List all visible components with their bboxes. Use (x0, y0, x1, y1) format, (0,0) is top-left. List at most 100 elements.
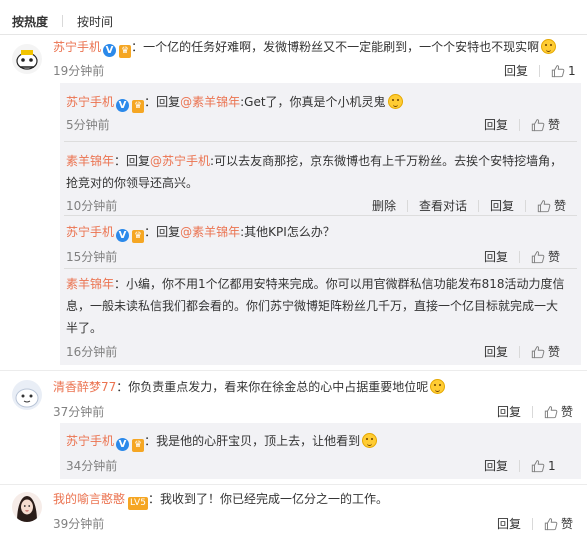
like-label: 赞 (554, 199, 567, 213)
sort-by-hot-tab[interactable]: 按热度 (12, 13, 48, 30)
comment-body: 苏宁手机 V ♛ ：一个亿的任务好难啊，发微博粉丝又不一定能刷到，一个个安特也不现实啊 (53, 39, 557, 58)
username[interactable]: 苏宁手机 (66, 95, 114, 109)
reply-button[interactable]: 回复 (497, 515, 521, 532)
reply-body: 苏宁手机 V ♛ ：回复@素羊锦年:其他KPI怎么办？ (66, 224, 335, 243)
username[interactable]: 苏宁手机 (53, 40, 101, 54)
verified-badge-icon: V (116, 229, 130, 242)
tabs-divider (0, 34, 587, 35)
comment-actions: 回复 赞 (497, 515, 573, 532)
view-thread-button[interactable]: 查看对话 (419, 197, 467, 214)
reply-item: 苏宁手机 V ♛ ：回复@素羊锦年:其他KPI怎么办？ 15分钟前 回复 赞 (60, 216, 581, 268)
reply-body: 素羊锦年：回复@苏宁手机:可以去友商那挖，京东微博也有上千万粉丝。去挨个安特挖墙… (66, 150, 562, 194)
username[interactable]: 清香醉梦77 (53, 380, 116, 394)
mention-link[interactable]: @素羊锦年 (180, 95, 240, 109)
reply-actions: 回复 1 (484, 457, 556, 474)
like-label: 赞 (548, 250, 561, 264)
comment-body: 我的喻言憨憨 LV5 ：我收到了！你已经完成一亿分之一的工作。 (53, 491, 388, 510)
like-button[interactable]: 赞 (531, 343, 560, 360)
reply-prefix: ：回复 (144, 95, 181, 109)
username[interactable]: 苏宁手机 (66, 434, 114, 448)
smirk-emoji-icon (430, 379, 446, 394)
like-button[interactable]: 1 (531, 459, 556, 473)
like-label: 赞 (548, 345, 561, 359)
avatar-image-icon (12, 380, 42, 410)
reply-item: 苏宁手机 V ♛ ：回复@素羊锦年:Get了，你真是个小机灵鬼 5分钟前 回复 赞 (60, 83, 581, 139)
comment-divider (0, 484, 587, 485)
avatar[interactable] (12, 44, 42, 74)
action-divider (519, 459, 521, 472)
reply-body: 素羊锦年：小编，你不用1个亿都用安特来完成。你可以用官微群私信功能发布818活动… (66, 273, 565, 339)
member-badge-icon: ♛ (132, 230, 145, 243)
verified-badge-icon: V (103, 44, 117, 57)
reply-time: 34分钟前 (66, 459, 118, 473)
like-label: 赞 (561, 405, 574, 419)
thumbs-up-icon (537, 199, 551, 213)
mention-link[interactable]: @素羊锦年 (180, 225, 240, 239)
reply-text-line: 半了。 (66, 321, 103, 335)
thumbs-up-icon (551, 64, 565, 78)
comment-actions: 回复 赞 (497, 403, 573, 420)
action-divider (519, 345, 521, 358)
thumbs-up-icon (531, 459, 545, 473)
action-divider (519, 250, 521, 263)
like-button[interactable]: 赞 (544, 403, 573, 420)
reply-text: :其他KPI怎么办？ (240, 225, 335, 239)
action-divider (478, 199, 480, 212)
action-divider (525, 199, 527, 212)
comment-time: 19分钟前 (53, 64, 105, 78)
crying-emoji-icon (541, 39, 557, 54)
comment-actions: 回复 1 (504, 62, 576, 79)
thumbs-up-icon (531, 345, 545, 359)
reply-button[interactable]: 回复 (504, 62, 528, 79)
comment-time: 39分钟前 (53, 517, 105, 531)
like-button[interactable]: 赞 (531, 116, 560, 133)
reply-text: :可以去友商那挖，京东微博也有上千万粉丝。去挨个安特挖墙角， (210, 154, 563, 168)
like-button[interactable]: 1 (551, 64, 576, 78)
reply-body: 苏宁手机 V ♛ ：我是他的心肝宝贝，顶上去，让他看到 (66, 433, 378, 452)
thumbs-up-icon (544, 517, 558, 531)
reply-item: 苏宁手机 V ♛ ：我是他的心肝宝贝，顶上去，让他看到 34分钟前 回复 1 (60, 423, 581, 479)
reply-button[interactable]: 回复 (484, 116, 508, 133)
avatar[interactable] (12, 380, 42, 410)
reply-prefix: ：回复 (114, 154, 151, 168)
comment-text: ：你负责重点发力，看来你在徐金总的心中占据重要地位呢 (116, 380, 429, 394)
reply-button[interactable]: 回复 (484, 343, 508, 360)
delete-button[interactable]: 删除 (372, 197, 396, 214)
comment-time: 37分钟前 (53, 405, 105, 419)
level-badge: LV5 (128, 497, 148, 510)
laughing-emoji-icon (387, 94, 403, 109)
reply-button[interactable]: 回复 (490, 197, 514, 214)
comment-text: ：我收到了！你已经完成一亿分之一的工作。 (147, 492, 388, 506)
reply-body: 苏宁手机 V ♛ ：回复@素羊锦年:Get了，你真是个小机灵鬼 (66, 94, 403, 113)
like-button[interactable]: 赞 (544, 515, 573, 532)
verified-badge-icon: V (116, 99, 130, 112)
thumbs-up-icon (544, 405, 558, 419)
avatar[interactable] (12, 492, 42, 522)
reply-time: 15分钟前 (66, 250, 118, 264)
reply-prefix: ：回复 (144, 225, 181, 239)
action-divider (519, 118, 521, 131)
action-divider (407, 199, 409, 212)
reply-button[interactable]: 回复 (497, 403, 521, 420)
member-badge-icon: ♛ (132, 100, 145, 113)
username[interactable]: 素羊锦年 (66, 277, 114, 291)
sort-tabs: 按热度 按时间 (12, 12, 113, 30)
username[interactable]: 素羊锦年 (66, 154, 114, 168)
reply-actions: 删除 查看对话 回复 赞 (372, 197, 566, 214)
username[interactable]: 苏宁手机 (66, 225, 114, 239)
like-button[interactable]: 赞 (537, 197, 566, 214)
avatar-image-icon (12, 44, 42, 74)
reply-item: 素羊锦年：回复@苏宁手机:可以去友商那挖，京东微博也有上千万粉丝。去挨个安特挖墙… (60, 142, 581, 214)
reply-button[interactable]: 回复 (484, 248, 508, 265)
sort-divider (62, 15, 64, 27)
sort-by-time-tab[interactable]: 按时间 (77, 13, 113, 30)
mention-link[interactable]: @苏宁手机 (150, 154, 210, 168)
member-badge-icon: ♛ (119, 45, 132, 58)
reply-list: 苏宁手机 V ♛ ：我是他的心肝宝贝，顶上去，让他看到 34分钟前 回复 1 (60, 423, 581, 479)
member-badge-icon: ♛ (132, 439, 145, 452)
comment-divider (0, 370, 587, 371)
like-button[interactable]: 赞 (531, 248, 560, 265)
reply-button[interactable]: 回复 (484, 457, 508, 474)
reply-text: ：我是他的心肝宝贝，顶上去，让他看到 (144, 434, 361, 448)
username[interactable]: 我的喻言憨憨 (53, 492, 125, 506)
